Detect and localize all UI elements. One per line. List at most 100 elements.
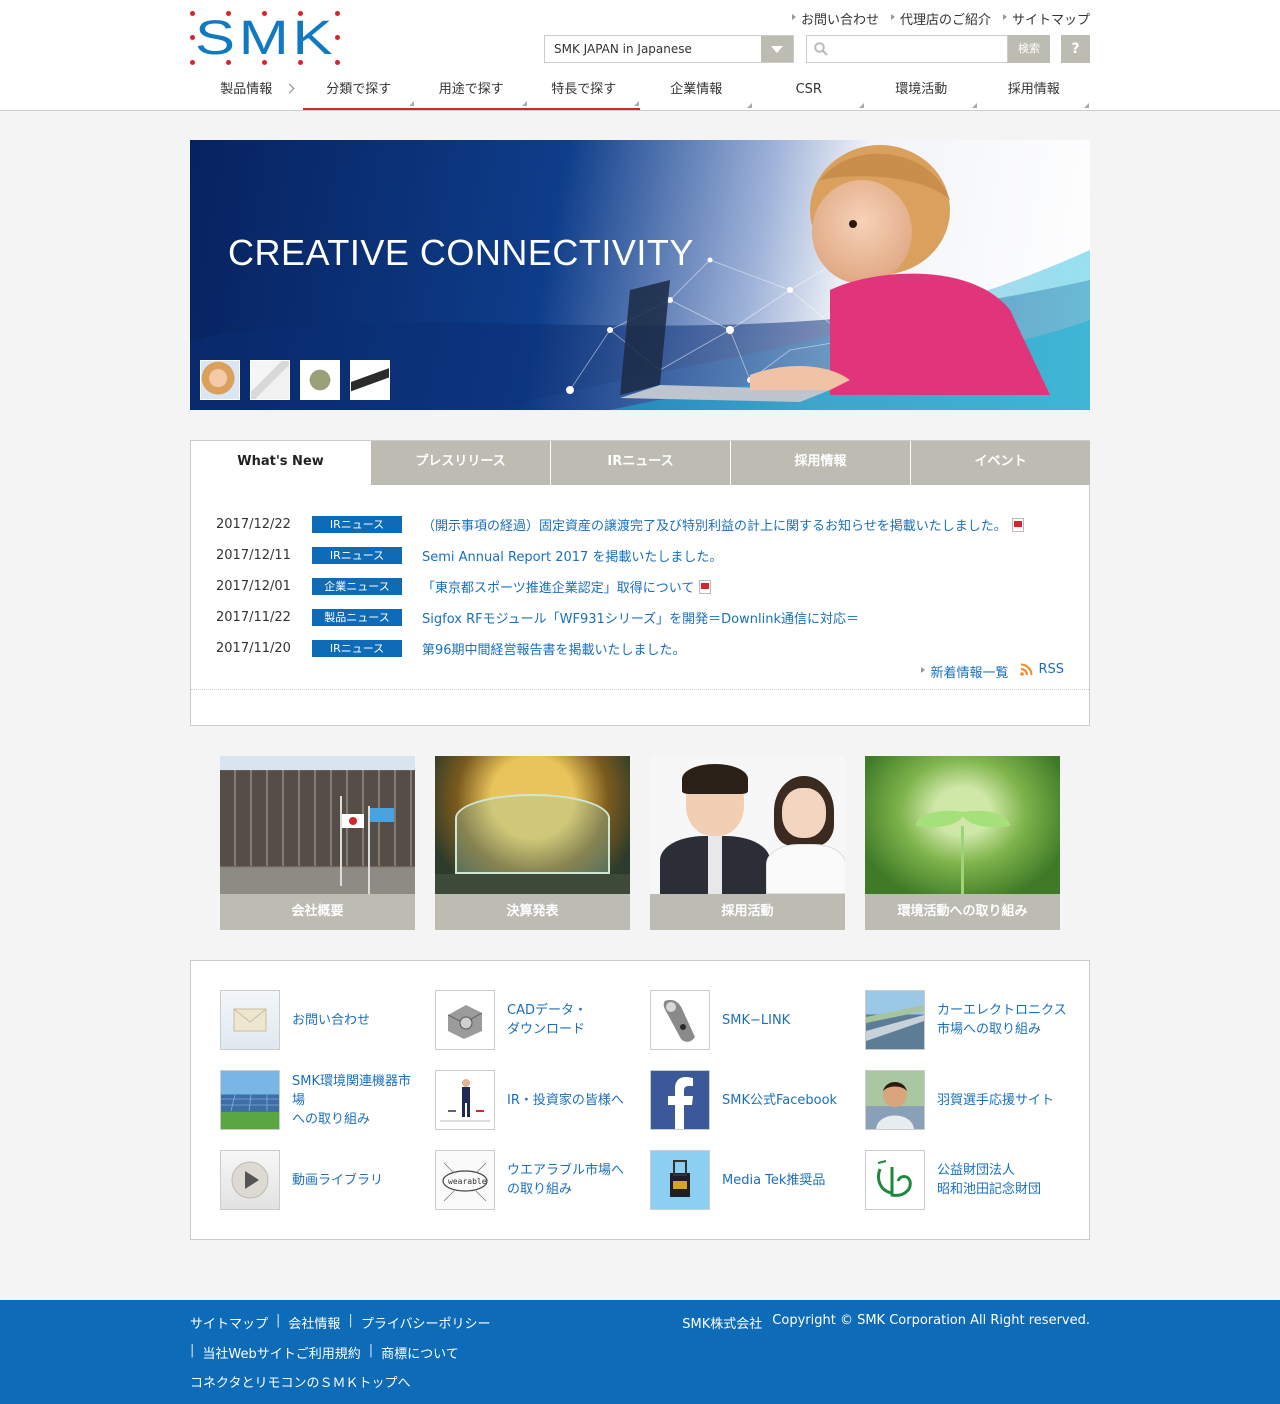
link-haga-support[interactable]: 羽賀選手応援サイト xyxy=(865,1070,1065,1130)
copyright: SMK株式会社 Copyright © SMK Corporation All … xyxy=(682,1313,1090,1332)
nav-by-application[interactable]: 用途で探す xyxy=(415,76,528,110)
nav-products[interactable]: 製品情報 xyxy=(190,76,303,110)
news-footer: 新着情報一覧 RSS xyxy=(921,662,1064,681)
play-icon xyxy=(220,1150,280,1210)
footer-links-row1: サイトマップ | 会社情報 | プライバシーポリシー xyxy=(190,1313,491,1332)
language-select[interactable]: SMK JAPAN in Japanese xyxy=(544,35,794,63)
help-button[interactable]: ? xyxy=(1061,35,1090,63)
link-contact[interactable]: お問い合わせ xyxy=(220,990,420,1050)
link-facebook[interactable]: SMK公式Facebook xyxy=(650,1070,850,1130)
footer-top-link[interactable]: コネクタとリモコンのＳＭＫトップへ xyxy=(190,1372,410,1391)
road-icon xyxy=(865,990,925,1050)
connector-thumbnail[interactable] xyxy=(350,360,390,400)
card-label: 環境活動への取り組み xyxy=(865,894,1060,930)
news-date: 2017/12/01 xyxy=(216,579,291,594)
building-image xyxy=(220,756,415,894)
news-title-link[interactable]: 第96期中間経営報告書を掲載いたしました。 xyxy=(422,639,686,658)
link-cad-download[interactable]: CADデータ・ ダウンロード xyxy=(435,990,635,1050)
documents-thumbnail[interactable] xyxy=(250,360,290,400)
footer-privacy-link[interactable]: プライバシーポリシー xyxy=(361,1313,491,1332)
news-item: 2017/11/22 製品ニュース Sigfox RFモジュール「WF931シリ… xyxy=(216,602,1024,633)
wearable-sketch-icon: wearable xyxy=(435,1150,495,1210)
footer-separator: | xyxy=(348,1313,353,1328)
footer-terms-link[interactable]: 当社Webサイトご利用規約 xyxy=(202,1343,360,1362)
link-foundation[interactable]: 公益財団法人 昭和池田記念財団 xyxy=(865,1150,1065,1210)
link-smk-link[interactable]: SMK−LINK xyxy=(650,990,850,1050)
search-button[interactable]: 検索 xyxy=(1008,35,1050,63)
news-item: 2017/12/22 IRニュース （開示事項の経過）固定資産の譲渡完了及び特別… xyxy=(216,509,1024,540)
distributor-link[interactable]: 代理店のご紹介 xyxy=(890,9,991,28)
tab-events[interactable]: イベント xyxy=(910,441,1090,485)
tab-press-release[interactable]: プレスリリース xyxy=(370,441,550,485)
link-label: CADデータ・ ダウンロード xyxy=(507,1003,587,1037)
module-thumbnail[interactable] xyxy=(300,360,340,400)
news-date: 2017/11/22 xyxy=(216,610,291,625)
card-financial-results[interactable]: 決算発表 xyxy=(435,756,630,930)
nav-corporate[interactable]: 企業情報 xyxy=(640,76,753,110)
link-mediatek[interactable]: Media Tek推奨品 xyxy=(650,1150,850,1210)
news-category-badge: IRニュース xyxy=(312,640,402,657)
news-date: 2017/12/22 xyxy=(216,517,291,532)
utility-links: お問い合わせ 代理店のご紹介 サイトマップ xyxy=(791,9,1090,28)
search-input[interactable] xyxy=(806,35,1008,63)
nav-recruit[interactable]: 採用情報 xyxy=(978,76,1091,110)
smk-logo[interactable]: SMK xyxy=(190,11,340,65)
hero-banner[interactable]: CREATIVE CONNECTIVITY xyxy=(190,140,1090,410)
nav-label: 製品情報 xyxy=(220,82,273,97)
tab-ir-news[interactable]: IRニュース xyxy=(550,441,730,485)
footer-trademark-link[interactable]: 商標について xyxy=(381,1343,459,1362)
nav-by-category[interactable]: 分類で探す xyxy=(302,76,415,110)
chevron-down-icon[interactable] xyxy=(761,36,793,62)
news-title-link[interactable]: 「東京都スポーツ推進企業認定」取得について xyxy=(422,577,694,596)
pdf-icon xyxy=(699,579,712,594)
footer-sitemap-link[interactable]: サイトマップ xyxy=(190,1313,268,1332)
news-date: 2017/12/11 xyxy=(216,548,291,563)
sitemap-link[interactable]: サイトマップ xyxy=(1002,9,1090,28)
news-category-badge: IRニュース xyxy=(312,547,402,564)
news-title-link[interactable]: （開示事項の経過）固定資産の譲渡完了及び特別利益の計上に関するお知らせを掲載いた… xyxy=(422,515,1007,534)
news-title-link[interactable]: Semi Annual Report 2017 を掲載いたしました。 xyxy=(422,546,722,565)
card-company-overview[interactable]: 会社概要 xyxy=(220,756,415,930)
girl-thumbnail[interactable] xyxy=(200,360,240,400)
news-category-badge: IRニュース xyxy=(312,516,402,533)
card-environment[interactable]: 環境活動への取り組み xyxy=(865,756,1060,930)
nav-csr[interactable]: CSR xyxy=(753,76,866,110)
nav-label: 分類で探す xyxy=(326,82,392,97)
card-label: 採用活動 xyxy=(650,894,845,930)
footer-company-link[interactable]: 会社情報 xyxy=(288,1313,340,1332)
link-label: 動画ライブラリ xyxy=(292,1172,384,1188)
link-video-library[interactable]: 動画ライブラリ xyxy=(220,1150,420,1210)
rss-link[interactable]: RSS xyxy=(1020,662,1064,681)
link-label: 羽賀選手応援サイト xyxy=(937,1092,1055,1108)
copyright-text: Copyright © SMK Corporation All Right re… xyxy=(772,1313,1090,1328)
pdf-icon xyxy=(1011,517,1024,532)
facebook-icon xyxy=(650,1070,710,1130)
card-recruitment[interactable]: 採用活動 xyxy=(650,756,845,930)
nav-label: CSR xyxy=(795,82,822,97)
link-label: IR・投資家の皆様へ xyxy=(507,1092,624,1108)
card-label: 決算発表 xyxy=(435,894,630,930)
news-title-link[interactable]: Sigfox RFモジュール「WF931シリーズ」を開発＝Downlink通信に… xyxy=(422,608,859,627)
news-item: 2017/12/01 企業ニュース 「東京都スポーツ推進企業認定」取得について xyxy=(216,571,1024,602)
nav-label: 企業情報 xyxy=(670,82,723,97)
link-ir-investors[interactable]: IR・投資家の皆様へ xyxy=(435,1070,635,1130)
link-environment-market[interactable]: SMK環境関連機器市場 への取り組み xyxy=(220,1070,420,1130)
nav-by-feature[interactable]: 特長で探す xyxy=(527,76,640,110)
tab-recruit[interactable]: 採用情報 xyxy=(730,441,910,485)
news-date: 2017/11/20 xyxy=(216,641,291,656)
search-icon xyxy=(814,42,828,56)
footer-separator: | xyxy=(368,1343,374,1358)
link-car-electronics[interactable]: カーエレクトロニクス 市場への取り組み xyxy=(865,990,1067,1050)
remote-key-icon xyxy=(650,990,710,1050)
cad-part-icon xyxy=(435,990,495,1050)
news-divider xyxy=(191,689,1089,690)
solar-panel-icon xyxy=(220,1070,280,1130)
sprout-image xyxy=(865,756,1060,894)
language-select-value: SMK JAPAN in Japanese xyxy=(554,42,692,56)
link-wearable-market[interactable]: wearable ウエアラブル市場へ の取り組み xyxy=(435,1150,635,1210)
nav-environment[interactable]: 環境活動 xyxy=(865,76,978,110)
tab-whats-new[interactable]: What's New xyxy=(191,441,370,485)
businessman-icon xyxy=(435,1070,495,1130)
contact-link[interactable]: お問い合わせ xyxy=(791,9,879,28)
news-list-link[interactable]: 新着情報一覧 xyxy=(921,662,1008,681)
